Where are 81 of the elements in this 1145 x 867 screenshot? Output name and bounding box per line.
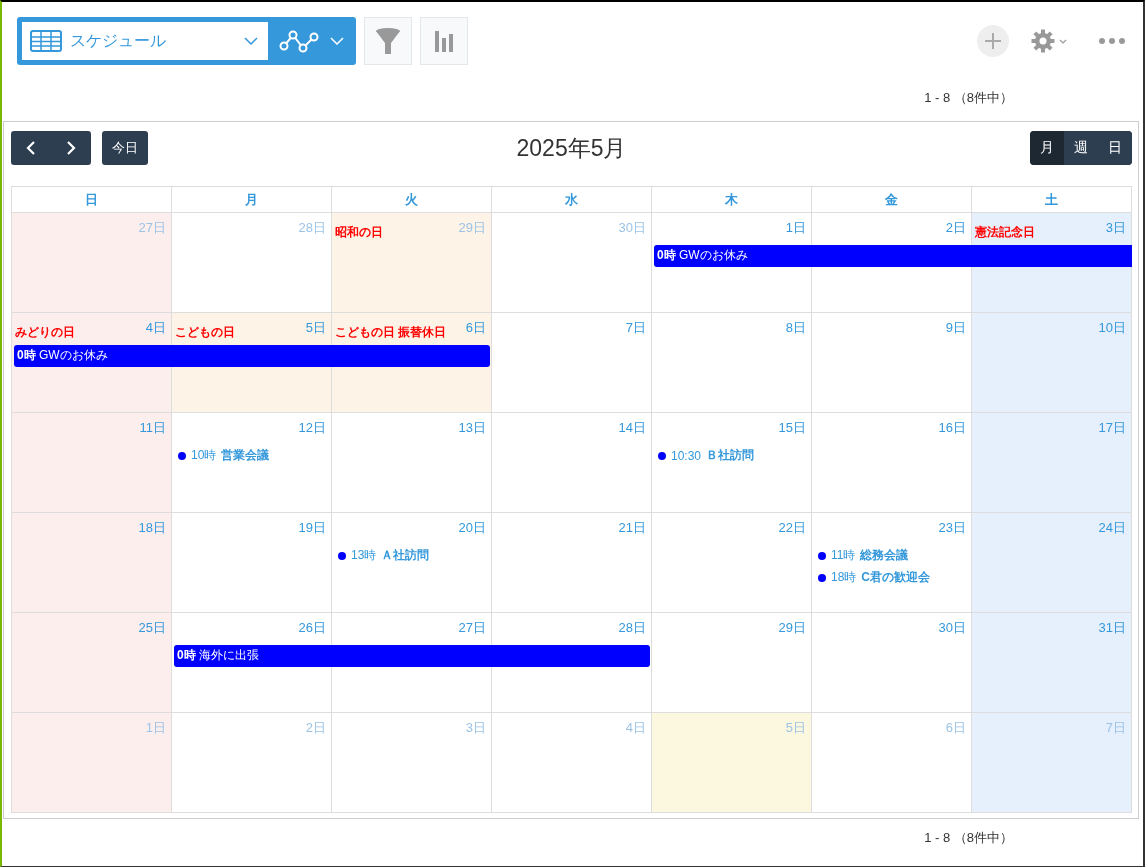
chevron-down-icon [330,37,344,45]
date-number: 28日 [618,619,646,637]
date-number: 14日 [618,419,646,437]
more-button[interactable] [1099,38,1125,44]
bullet-icon [178,451,186,460]
date-number: 12日 [298,419,326,437]
date-number: 27日 [458,619,486,637]
date-number: 6日 [945,719,966,737]
settings-button[interactable] [1031,29,1067,53]
date-number: 28日 [298,219,326,237]
date-number: 4日 [625,719,646,737]
bullet-icon [658,451,666,460]
date-number: 6日 [465,319,486,337]
date-number: 25日 [138,619,166,637]
settings-icon [1031,29,1055,53]
holiday-label: 昭和の日 [335,225,383,239]
date-number: 1日 [785,219,806,237]
bullet-icon [818,573,826,582]
date-number: 8日 [785,319,806,337]
plus-icon [984,32,1002,50]
date-number: 18日 [138,519,166,537]
table-icon [30,30,62,52]
weekday-header: 水 [492,187,652,213]
holiday-label: こどもの日 [175,325,235,339]
date-number: 22日 [778,519,806,537]
date-number: 20日 [458,519,486,537]
date-number: 17日 [1098,419,1126,437]
date-number: 31日 [1098,619,1126,637]
date-number: 7日 [625,319,646,337]
bar-chart-icon [434,30,454,52]
date-number: 5日 [305,319,326,337]
date-number: 26日 [298,619,326,637]
holiday-label: こどもの日 振替休日 [335,325,447,339]
view-tab[interactable]: 月 [1030,131,1064,165]
weekday-header: 木 [652,187,812,213]
date-number: 13日 [458,419,486,437]
today-button[interactable]: 今日 [102,131,148,165]
chart-button[interactable] [420,17,468,65]
holiday-label: 憲法記念日 [975,225,1035,239]
event-bar[interactable]: 0時 GWのお休み [14,345,490,367]
date-number: 2日 [945,219,966,237]
date-number: 10日 [1098,319,1126,337]
date-number: 16日 [938,419,966,437]
line-graph-icon [278,28,320,54]
date-number: 15日 [778,419,806,437]
funnel-icon [375,27,401,55]
event-bar[interactable]: 0時 GWのお休み [654,245,1132,267]
bullet-icon [338,551,346,560]
date-number: 5日 [785,719,806,737]
date-number: 3日 [465,719,486,737]
date-number: 24日 [1098,519,1126,537]
add-button[interactable] [977,25,1009,57]
date-number: 30日 [618,219,646,237]
chevron-down-icon [244,37,258,45]
date-number: 27日 [138,219,166,237]
chevron-down-icon [1059,38,1067,44]
weekday-header: 月 [172,187,332,213]
date-number: 2日 [305,719,326,737]
date-number: 7日 [1105,719,1126,737]
holiday-label: みどりの日 [15,325,75,339]
date-number: 29日 [778,619,806,637]
date-number: 19日 [298,519,326,537]
date-number: 29日 [458,219,486,237]
calendar-title: 2025年5月 [516,133,627,163]
date-number: 9日 [945,319,966,337]
date-number: 11日 [139,419,166,437]
record-count: 1 - 8 （8件中） [924,829,1013,847]
weekday-header: 金 [812,187,972,213]
date-number: 1日 [145,719,166,737]
chevron-left-icon [26,140,36,156]
date-number: 23日 [938,519,966,537]
date-number: 21日 [618,519,646,537]
date-number: 4日 [145,319,166,337]
record-count: 1 - 8 （8件中） [924,89,1013,107]
date-number: 3日 [1105,219,1126,237]
more-icon [1099,38,1125,44]
event-bar[interactable]: 0時 海外に出張 [174,645,650,667]
chevron-right-icon [66,140,76,156]
date-number: 30日 [938,619,966,637]
filter-button[interactable] [364,17,412,65]
bullet-icon [818,551,826,560]
